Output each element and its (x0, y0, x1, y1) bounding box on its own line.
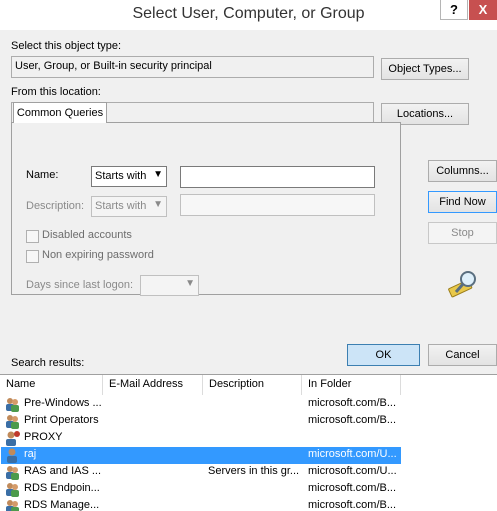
window-title: Select User, Computer, or Group (132, 5, 365, 22)
description-label: Description: (26, 200, 85, 212)
list-item[interactable]: raj microsoft.com/U... (0, 447, 497, 464)
help-button[interactable]: ? (440, 0, 468, 20)
group-icon (4, 464, 21, 481)
column-header-email[interactable]: E-Mail Address (103, 375, 203, 395)
group-icon (4, 413, 21, 430)
result-name: Print Operators (24, 414, 99, 426)
chevron-down-icon: ▼ (153, 199, 163, 210)
description-mode-select[interactable]: Starts with ▼ (91, 196, 167, 217)
list-item[interactable]: RDS Endpoin... microsoft.com/B... (0, 481, 497, 498)
group-icon (4, 498, 21, 511)
object-type-field: User, Group, or Built-in security princi… (11, 56, 374, 78)
description-mode-value: Starts with (95, 200, 147, 212)
user-icon (4, 447, 21, 464)
name-input[interactable] (180, 166, 375, 188)
search-results-label: Search results: (11, 357, 85, 369)
result-folder: microsoft.com/U... (308, 448, 397, 460)
result-folder: microsoft.com/B... (308, 397, 397, 409)
days-since-logon-label: Days since last logon: (26, 279, 133, 291)
result-name: Pre-Windows ... (24, 397, 102, 409)
columns-button[interactable]: Columns... (428, 160, 497, 182)
list-item[interactable]: RDS Manage... microsoft.com/B... (0, 498, 497, 511)
stop-button[interactable]: Stop (428, 222, 497, 244)
close-button[interactable]: X (469, 0, 497, 20)
search-results-list[interactable]: Name E-Mail Address Description In Folde… (0, 374, 497, 511)
ok-button[interactable]: OK (347, 344, 420, 366)
location-label: From this location: (11, 86, 101, 98)
result-folder: microsoft.com/B... (308, 414, 397, 426)
title-bar: Select User, Computer, or Group ? X (0, 0, 497, 30)
column-header-folder[interactable]: In Folder (302, 375, 401, 395)
name-label: Name: (26, 169, 59, 181)
object-types-button[interactable]: Object Types... (381, 58, 469, 80)
group-icon (4, 396, 21, 413)
result-folder: microsoft.com/U... (308, 465, 397, 477)
days-since-logon-select[interactable]: ▼ (140, 275, 199, 296)
result-description: Servers in this gr... (208, 465, 300, 477)
result-folder: microsoft.com/B... (308, 482, 397, 494)
name-mode-value: Starts with (95, 170, 147, 182)
disabled-accounts-label: Disabled accounts (42, 229, 132, 241)
group-icon (4, 481, 21, 498)
name-mode-select[interactable]: Starts with ▼ (91, 166, 167, 187)
object-type-label: Select this object type: (11, 40, 122, 52)
result-name: RAS and IAS ... (24, 465, 102, 477)
non-expiring-password-checkbox[interactable] (26, 250, 39, 263)
list-item[interactable]: Pre-Windows ... microsoft.com/B... (0, 396, 497, 413)
tab-common-queries[interactable]: Common Queries (13, 102, 107, 123)
find-now-button[interactable]: Find Now (428, 191, 497, 213)
list-item[interactable]: Print Operators microsoft.com/B... (0, 413, 497, 430)
security-principal-icon (4, 430, 21, 447)
cancel-button[interactable]: Cancel (428, 344, 497, 366)
result-name: RDS Endpoin... (24, 482, 100, 494)
column-header-description[interactable]: Description (203, 375, 302, 395)
disabled-accounts-checkbox[interactable] (26, 230, 39, 243)
list-item[interactable]: PROXY (0, 430, 497, 447)
search-animation-icon (448, 271, 476, 298)
list-item[interactable]: RAS and IAS ... Servers in this gr... micr… (0, 464, 497, 481)
dialog-body: Select this object type: User, Group, or… (0, 30, 497, 511)
chevron-down-icon: ▼ (185, 278, 195, 289)
result-name: PROXY (24, 431, 63, 443)
description-input[interactable] (180, 194, 375, 216)
non-expiring-password-label: Non expiring password (42, 249, 154, 261)
result-name: raj (24, 448, 37, 460)
chevron-down-icon: ▼ (153, 169, 163, 180)
result-folder: microsoft.com/B... (308, 499, 397, 511)
result-name: RDS Manage... (24, 499, 100, 511)
column-header-name[interactable]: Name (0, 375, 103, 395)
